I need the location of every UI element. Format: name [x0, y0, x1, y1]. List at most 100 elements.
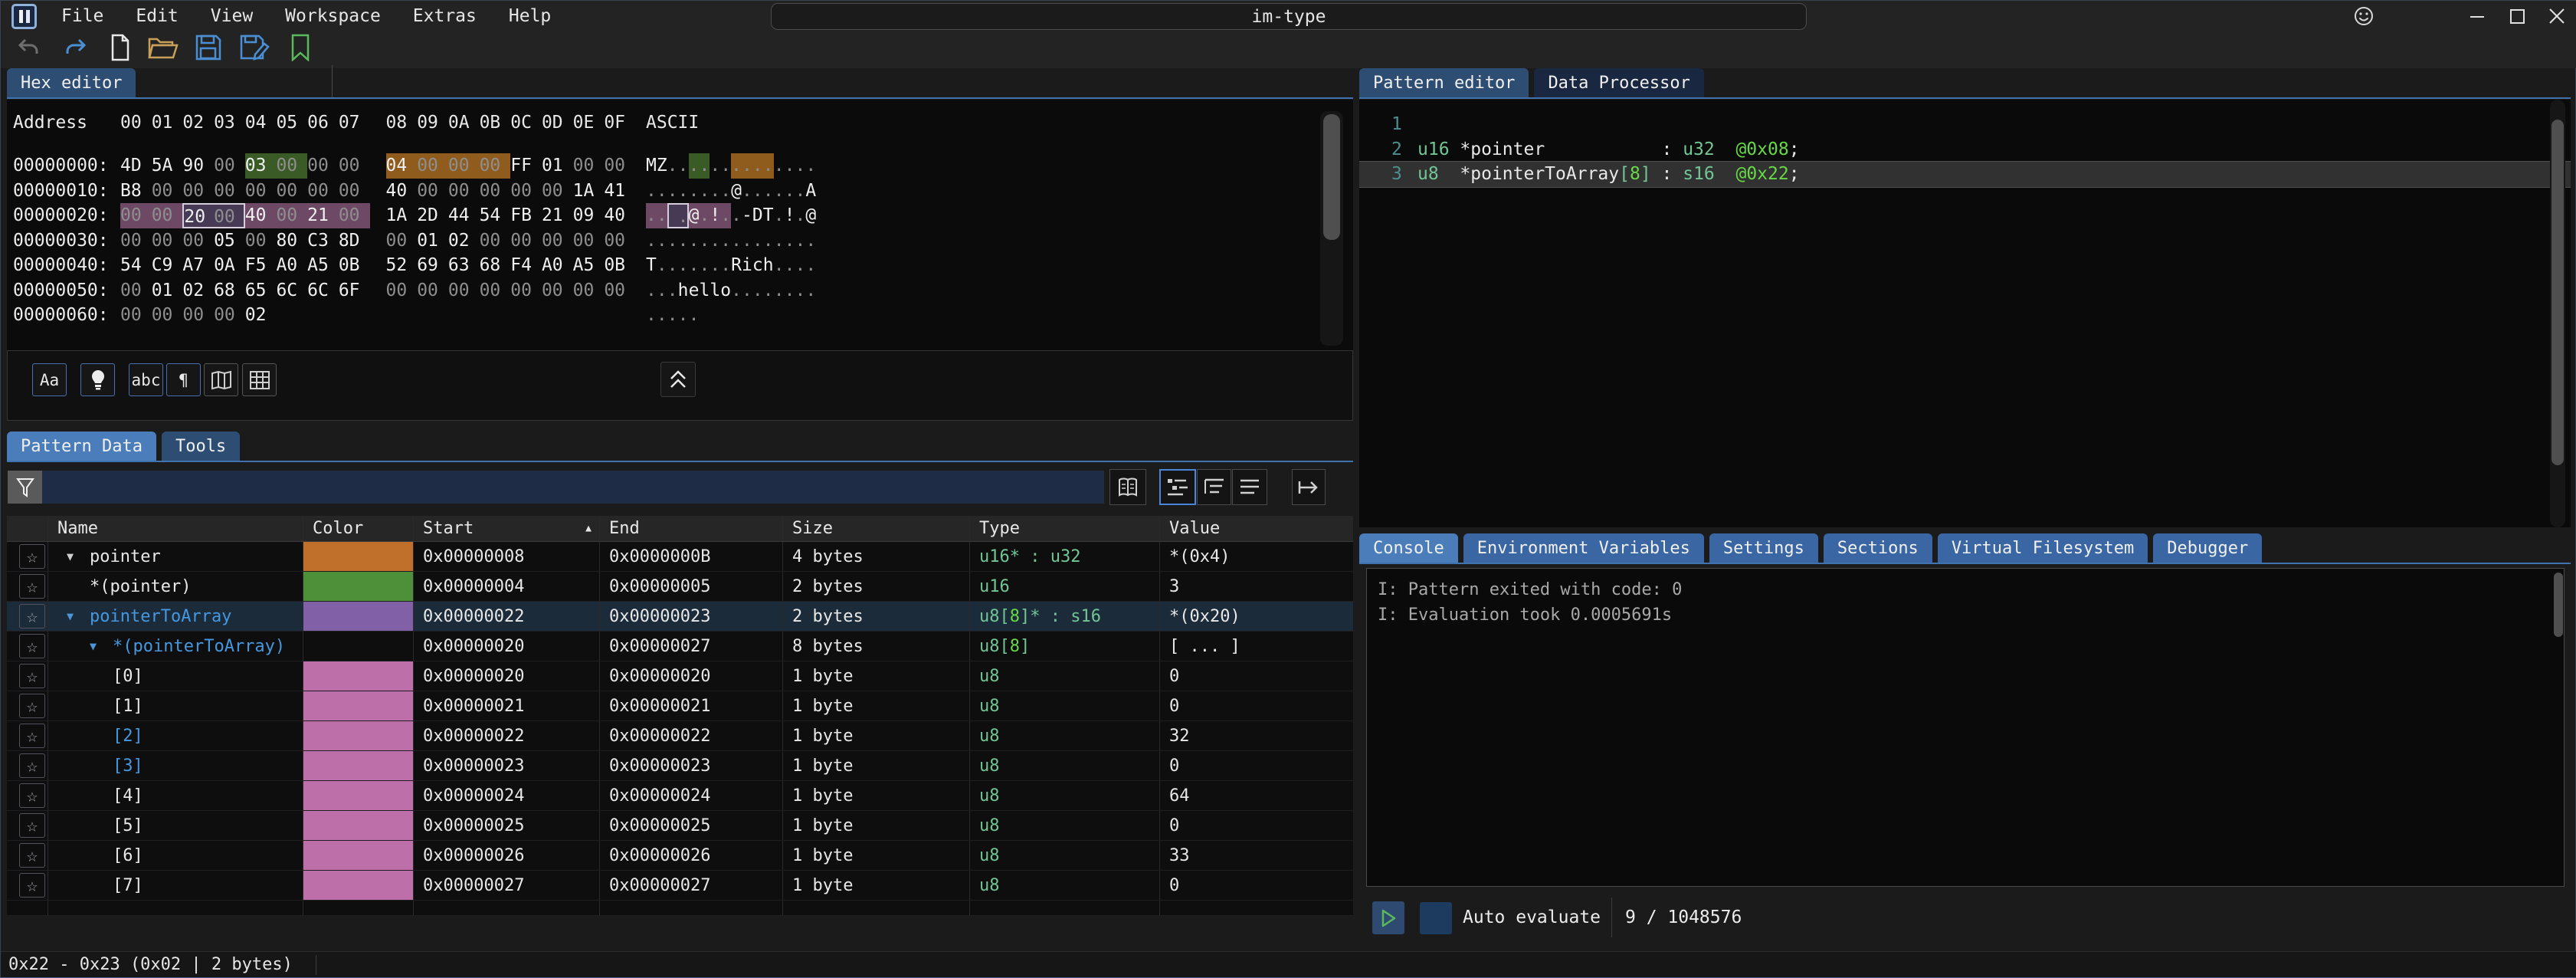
hex-byte[interactable]: 00: [542, 179, 573, 204]
name-cell[interactable]: [4]: [48, 781, 303, 810]
hex-byte[interactable]: 00: [182, 179, 214, 204]
control-chars-button[interactable]: ¶: [166, 363, 201, 396]
hex-ascii-char[interactable]: [763, 303, 774, 328]
hex-ascii-char[interactable]: .: [763, 179, 774, 204]
hex-ascii-char[interactable]: [710, 303, 720, 328]
hex-ascii-char[interactable]: .: [710, 179, 720, 204]
hex-byte[interactable]: 00: [573, 228, 605, 254]
pattern-row[interactable]: ☆[1]0x000000210x000000211 byteu80: [7, 691, 1353, 721]
hex-byte[interactable]: [307, 303, 339, 328]
maximize-button[interactable]: [2497, 1, 2537, 31]
save-as-icon[interactable]: [240, 34, 270, 64]
pattern-row[interactable]: ☆*(pointer)0x000000040x000000052 bytesu1…: [7, 572, 1353, 602]
tab-console[interactable]: Console: [1359, 533, 1458, 563]
hex-ascii-char[interactable]: .: [689, 303, 700, 328]
hex-byte[interactable]: 00: [573, 153, 605, 179]
hex-byte[interactable]: [339, 303, 370, 328]
hex-byte[interactable]: 00: [417, 153, 448, 179]
data-cell-format-button[interactable]: Aa: [32, 363, 67, 396]
hex-ascii-char[interactable]: A: [805, 179, 816, 204]
hex-scrollbar[interactable]: [1320, 111, 1343, 346]
name-cell[interactable]: [2]: [48, 721, 303, 750]
hex-byte[interactable]: 21: [542, 203, 573, 228]
hex-ascii-char[interactable]: .: [785, 153, 795, 179]
hex-ascii-char[interactable]: [785, 303, 795, 328]
hex-ascii-char[interactable]: .: [646, 228, 657, 254]
hex-byte[interactable]: 00: [417, 278, 448, 304]
hex-ascii-char[interactable]: .: [785, 278, 795, 304]
hex-byte[interactable]: 00: [120, 303, 152, 328]
menu-file[interactable]: File: [45, 1, 120, 31]
hex-byte[interactable]: FF: [510, 153, 542, 179]
hex-ascii-char[interactable]: R: [731, 253, 742, 278]
hex-ascii-char[interactable]: .: [752, 278, 763, 304]
hex-byte[interactable]: 00: [480, 179, 511, 204]
hex-ascii-char[interactable]: .: [720, 253, 731, 278]
save-icon[interactable]: [195, 34, 221, 64]
editor-line[interactable]: 2u16 *pointer : u32 @0x08;: [1359, 137, 2571, 162]
hex-ascii-char[interactable]: .: [805, 278, 816, 304]
hex-ascii-char[interactable]: Z: [657, 153, 667, 179]
hex-byte[interactable]: 00: [214, 179, 245, 204]
hex-ascii-char[interactable]: .: [774, 228, 785, 254]
tab-sections[interactable]: Sections: [1824, 533, 1932, 563]
hex-ascii-char[interactable]: D: [752, 203, 763, 228]
hex-byte[interactable]: 00: [480, 278, 511, 304]
hex-ascii-char[interactable]: .: [699, 179, 710, 204]
pattern-row[interactable]: ☆[7]0x000000270x000000271 byteu80: [7, 871, 1353, 901]
column-header-color[interactable]: Color: [303, 516, 414, 541]
hex-ascii-char[interactable]: [731, 303, 742, 328]
color-swatch[interactable]: [303, 572, 413, 601]
hex-ascii-char[interactable]: [699, 303, 710, 328]
hex-ascii-char[interactable]: .: [710, 253, 720, 278]
color-cell[interactable]: [303, 751, 414, 780]
hex-byte[interactable]: [573, 303, 605, 328]
pattern-row[interactable]: ☆[4]0x000000240x000000241 byteu864: [7, 781, 1353, 811]
jump-to-pattern-button[interactable]: [1292, 469, 1326, 505]
open-folder-icon[interactable]: [148, 34, 179, 64]
hex-byte[interactable]: 0B: [339, 253, 370, 278]
color-swatch[interactable]: [303, 781, 413, 810]
hex-ascii-char[interactable]: .: [699, 228, 710, 254]
editor-scrollbar[interactable]: [2550, 100, 2565, 527]
hex-ascii-char[interactable]: .: [720, 153, 731, 179]
name-cell[interactable]: [3]: [48, 751, 303, 780]
hex-ascii-char[interactable]: .: [678, 203, 689, 228]
hex-ascii-char[interactable]: .: [646, 278, 657, 304]
hex-byte[interactable]: 00: [448, 179, 480, 204]
hex-ascii-char[interactable]: .: [646, 203, 657, 228]
hex-byte[interactable]: 0B: [604, 253, 635, 278]
hex-byte[interactable]: 00: [542, 228, 573, 254]
favorite-star-icon[interactable]: ☆: [19, 664, 45, 688]
hex-ascii-char[interactable]: l: [710, 278, 720, 304]
hex-byte[interactable]: 69: [417, 253, 448, 278]
hex-byte[interactable]: 6F: [339, 278, 370, 304]
close-button[interactable]: [2537, 1, 2576, 31]
hex-byte[interactable]: 01: [417, 228, 448, 254]
color-cell[interactable]: [303, 632, 414, 661]
tab-hex-editor[interactable]: Hex editor: [7, 68, 136, 97]
menu-view[interactable]: View: [195, 1, 269, 31]
hex-byte[interactable]: 00: [448, 153, 480, 179]
hex-ascii-char[interactable]: .: [720, 203, 731, 228]
hex-byte[interactable]: F5: [245, 253, 277, 278]
hex-byte[interactable]: 6C: [307, 278, 339, 304]
hex-byte[interactable]: 00: [152, 303, 183, 328]
name-cell[interactable]: [6]: [48, 841, 303, 870]
hex-ascii-char[interactable]: .: [678, 179, 689, 204]
pattern-row[interactable]: ☆[6]0x000000260x000000261 byteu833: [7, 841, 1353, 871]
hex-byte[interactable]: 00: [510, 228, 542, 254]
hex-byte[interactable]: [604, 303, 635, 328]
hex-ascii-char[interactable]: .: [657, 179, 667, 204]
column-header-size[interactable]: Size: [783, 516, 970, 541]
hex-ascii-char[interactable]: .: [667, 278, 678, 304]
hex-byte[interactable]: 40: [604, 203, 635, 228]
hex-byte[interactable]: 00: [182, 303, 214, 328]
column-header-end[interactable]: End: [600, 516, 783, 541]
hex-ascii-char[interactable]: .: [805, 228, 816, 254]
hex-ascii-char[interactable]: [774, 303, 785, 328]
hex-ascii-char[interactable]: .: [774, 153, 785, 179]
hex-byte[interactable]: 00: [573, 278, 605, 304]
hex-ascii-char[interactable]: !: [710, 203, 720, 228]
hex-byte[interactable]: [386, 303, 418, 328]
